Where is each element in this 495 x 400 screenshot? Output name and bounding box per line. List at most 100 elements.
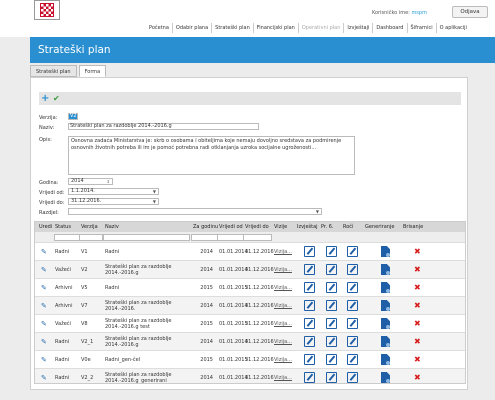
edit-box-icon[interactable]: [326, 282, 337, 293]
nav-item[interactable]: Strateški plan: [211, 23, 253, 33]
edit-box-icon[interactable]: [326, 246, 337, 257]
table-row[interactable]: ✎ Važeći V8 Strateški plan za razdoblje 201…: [35, 314, 465, 333]
vision-link[interactable]: Vizija...: [274, 351, 292, 369]
edit-box-icon[interactable]: [304, 246, 315, 257]
column-filter-input[interactable]: [243, 233, 272, 241]
document-icon[interactable]: [381, 336, 390, 347]
nav-item[interactable]: Financijski plan: [252, 23, 298, 33]
table-row[interactable]: ✎ Radni V2_2 Strateški plan za razdoblje 20…: [35, 368, 465, 383]
tab-strateski-plan[interactable]: Strateški plan: [30, 65, 77, 77]
table-row[interactable]: ✎ Radni V0e Radni_gen-čel 2015 01.01.2015 31.1…: [35, 350, 465, 369]
column-filter-input[interactable]: [103, 233, 190, 241]
edit-box-icon[interactable]: [347, 264, 358, 275]
column-header[interactable]: Uredi: [39, 222, 52, 232]
document-icon[interactable]: [381, 282, 390, 293]
edit-box-icon[interactable]: [304, 372, 315, 383]
column-header[interactable]: Za godinu: [193, 222, 218, 232]
vision-link[interactable]: Vizija...: [274, 333, 292, 351]
pencil-icon[interactable]: ✎: [41, 338, 47, 346]
table-row[interactable]: ✎ Važeći V2 Strateški plan za razdoblje 201…: [35, 260, 465, 279]
document-icon[interactable]: [381, 300, 390, 311]
godina-select[interactable]: 2014 ⇕: [68, 178, 113, 185]
column-header[interactable]: Vizije: [274, 222, 287, 232]
table-row[interactable]: ✎ Arhivni V5 Radni 2015 01.01.2015 31.12.2016 V…: [35, 278, 465, 297]
column-filter-input[interactable]: [217, 233, 244, 241]
edit-box-icon[interactable]: [347, 318, 358, 329]
vision-link[interactable]: Vizija...: [274, 279, 292, 297]
document-icon[interactable]: [381, 372, 390, 383]
delete-icon[interactable]: ✖: [414, 355, 421, 364]
column-header[interactable]: Naziv: [105, 222, 119, 232]
column-header[interactable]: Verzija: [81, 222, 98, 232]
pencil-icon[interactable]: ✎: [41, 374, 47, 382]
delete-icon[interactable]: ✖: [414, 283, 421, 292]
vrijedi-do-select[interactable]: 31.12.2016. ▼: [68, 198, 159, 205]
edit-box-icon[interactable]: [326, 300, 337, 311]
vision-link[interactable]: Vizija...: [274, 261, 292, 279]
delete-icon[interactable]: ✖: [414, 265, 421, 274]
check-icon[interactable]: ✔: [53, 93, 60, 104]
column-header[interactable]: Izvještaj: [297, 222, 318, 232]
document-icon[interactable]: [381, 354, 390, 365]
pencil-icon[interactable]: ✎: [41, 284, 47, 292]
edit-box-icon[interactable]: [326, 372, 337, 383]
delete-icon[interactable]: ✖: [414, 247, 421, 256]
table-row[interactable]: ✎ Radni V2_1 Strateški plan za razdoblje 20…: [35, 332, 465, 351]
edit-box-icon[interactable]: [304, 318, 315, 329]
nav-item[interactable]: O aplikaciji: [435, 23, 470, 33]
document-icon[interactable]: [381, 246, 390, 257]
delete-icon[interactable]: ✖: [414, 301, 421, 310]
logout-button[interactable]: Odjava: [452, 6, 488, 18]
column-header[interactable]: Status: [55, 222, 71, 232]
plus-icon[interactable]: +: [41, 93, 49, 104]
column-filter-input[interactable]: [54, 233, 80, 241]
pencil-icon[interactable]: ✎: [41, 302, 47, 310]
opis-textarea[interactable]: Osnovna zadaća Ministarstva je: skrb o o…: [68, 136, 355, 175]
table-row[interactable]: ✎ Arhivni V7 Strateški plan za razdoblje 20…: [35, 296, 465, 314]
column-header[interactable]: Vrijedi od: [219, 222, 243, 232]
edit-box-icon[interactable]: [326, 264, 337, 275]
nav-item[interactable]: Dashboard: [372, 23, 406, 33]
pencil-icon[interactable]: ✎: [41, 356, 47, 364]
edit-box-icon[interactable]: [347, 282, 358, 293]
vision-link[interactable]: Vizija...: [274, 369, 292, 383]
edit-box-icon[interactable]: [304, 354, 315, 365]
edit-box-icon[interactable]: [326, 354, 337, 365]
edit-box-icon[interactable]: [347, 354, 358, 365]
edit-box-icon[interactable]: [326, 336, 337, 347]
user-name[interactable]: mspm: [411, 10, 427, 16]
column-header[interactable]: Ročí: [343, 222, 353, 232]
vrijedi-od-select[interactable]: 1.1.2014. ▼: [68, 188, 159, 195]
pencil-icon[interactable]: ✎: [41, 320, 47, 328]
pencil-icon[interactable]: ✎: [41, 266, 47, 274]
nav-item[interactable]: Odabir plana: [171, 23, 211, 33]
edit-box-icon[interactable]: [326, 318, 337, 329]
edit-box-icon[interactable]: [347, 336, 358, 347]
delete-icon[interactable]: ✖: [414, 337, 421, 346]
nav-item[interactable]: Početna: [146, 23, 172, 33]
column-header[interactable]: Brisanje: [403, 222, 423, 232]
nav-item[interactable]: Šifrarnici: [406, 23, 436, 33]
edit-box-icon[interactable]: [347, 372, 358, 383]
edit-box-icon[interactable]: [304, 282, 315, 293]
razdjel-select[interactable]: ▼: [68, 208, 322, 215]
edit-box-icon[interactable]: [347, 300, 358, 311]
column-header[interactable]: Vrijedi do: [245, 222, 269, 232]
vision-link[interactable]: Vizija...: [274, 315, 292, 333]
column-header[interactable]: Generiranje: [365, 222, 394, 232]
document-icon[interactable]: [381, 264, 390, 275]
tab-forma[interactable]: Forma: [78, 65, 107, 77]
naziv-field[interactable]: Strateški plan za razdoblje 2014.-2016.g: [68, 123, 259, 130]
vision-link[interactable]: Vizija...: [274, 243, 292, 261]
column-filter-input[interactable]: [191, 233, 218, 241]
nav-item[interactable]: Izvještaji: [343, 23, 372, 33]
edit-box-icon[interactable]: [347, 246, 358, 257]
delete-icon[interactable]: ✖: [414, 373, 421, 382]
nav-item[interactable]: Operativni plan: [297, 23, 344, 33]
column-header[interactable]: Pr. 6.: [321, 222, 333, 232]
column-filter-input[interactable]: [79, 233, 103, 241]
document-icon[interactable]: [381, 318, 390, 329]
verzija-field[interactable]: V2: [68, 113, 78, 120]
edit-box-icon[interactable]: [304, 264, 315, 275]
edit-box-icon[interactable]: [304, 336, 315, 347]
